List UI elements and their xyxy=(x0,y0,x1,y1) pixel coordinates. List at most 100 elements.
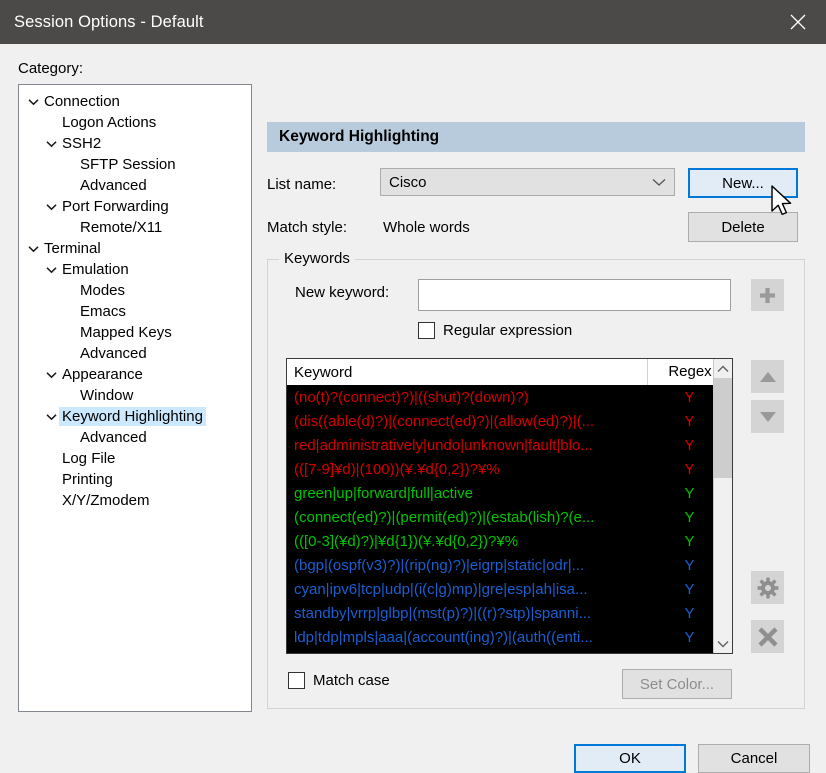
sidebar-item-label: Connection xyxy=(44,93,120,110)
chevron-down-icon[interactable] xyxy=(25,245,41,253)
sidebar-item-label: Window xyxy=(80,387,134,404)
keyword-list-row[interactable]: (connect(ed)?)|(permit(ed)?)|(estab(lish… xyxy=(287,505,732,529)
keyword-cell: standby|vrrp|glbp|(mst(p)?)|((r)?stp)|sp… xyxy=(294,604,592,622)
gear-icon[interactable] xyxy=(751,571,784,604)
window-titlebar: Session Options - Default xyxy=(0,0,826,44)
sidebar-item-advanced[interactable]: Advanced xyxy=(19,175,251,196)
chevron-up-icon[interactable] xyxy=(714,359,732,378)
regular-expression-checkbox[interactable]: Regular expression xyxy=(418,322,572,339)
sidebar-item-label: Modes xyxy=(80,282,126,299)
keyword-cell: (no(t)?(connect)?)|((shut)?(down)?) xyxy=(294,388,529,406)
ok-button[interactable]: OK xyxy=(574,744,686,773)
checkbox-box xyxy=(288,672,305,689)
sidebar-item-log-file[interactable]: Log File xyxy=(19,448,251,469)
sidebar-item-label: Appearance xyxy=(62,366,143,383)
cancel-button[interactable]: Cancel xyxy=(698,744,810,773)
scrollbar-thumb[interactable] xyxy=(714,378,732,478)
sidebar-item-connection[interactable]: Connection xyxy=(19,91,251,112)
keyword-list-row[interactable]: ldp|tdp|mpls|aaa|(account(ing)?)|(auth((… xyxy=(287,625,732,649)
sidebar-item-label: Port Forwarding xyxy=(62,198,169,215)
keyword-list-row[interactable]: green|up|forward|full|active Y xyxy=(287,481,732,505)
keyword-cell: (dis((able(d)?)|(connect(ed)?)|(allow(ed… xyxy=(294,412,595,430)
chevron-down-icon[interactable] xyxy=(43,203,59,211)
keyword-list-row[interactable]: (([0-3](¥d)?)|¥d{1})(¥.¥d{0,2})?¥% Y xyxy=(287,529,732,553)
keyword-list-row[interactable]: (bgp|(ospf(v3)?)|(rip(ng)?)|eigrp|static… xyxy=(287,553,732,577)
keyword-list-scrollbar[interactable] xyxy=(713,359,732,653)
keyword-list-row[interactable]: (([7-9]¥d)|(100))(¥.¥d{0,2})?¥% Y xyxy=(287,457,732,481)
match-style-value: Whole words xyxy=(383,219,470,236)
match-style-label: Match style: xyxy=(267,219,348,236)
chevron-down-icon[interactable] xyxy=(25,98,41,106)
category-tree[interactable]: Connection Logon Actions SSH2 SFTP Session A… xyxy=(18,84,252,712)
match-case-checkbox[interactable]: Match case xyxy=(288,672,390,689)
sidebar-item-label: Advanced xyxy=(80,345,147,362)
sidebar-item-advanced[interactable]: Advanced xyxy=(19,343,251,364)
keyword-list-row[interactable]: (dis((able(d)?)|(connect(ed)?)|(allow(ed… xyxy=(287,409,732,433)
new-list-button[interactable]: New... xyxy=(688,168,798,198)
sidebar-item-modes[interactable]: Modes xyxy=(19,280,251,301)
keyword-list-row[interactable]: cyan|ipv6|tcp|udp|(i(c|g)mp)|gre|esp|ah|… xyxy=(287,577,732,601)
keyword-list-row[interactable]: red|administratively|undo|unknown|fault|… xyxy=(287,433,732,457)
sidebar-item-label: Printing xyxy=(62,471,113,488)
list-name-value: Cisco xyxy=(389,173,427,191)
sidebar-item-keyword-highlighting[interactable]: Keyword Highlighting xyxy=(19,406,251,427)
list-name-select[interactable]: Cisco xyxy=(380,168,675,196)
sidebar-item-appearance[interactable]: Appearance xyxy=(19,364,251,385)
sidebar-item-label: Terminal xyxy=(44,240,101,257)
sidebar-item-sftp-session[interactable]: SFTP Session xyxy=(19,154,251,175)
sidebar-item-label: Remote/X11 xyxy=(80,219,163,236)
keywords-groupbox-title: Keywords xyxy=(279,250,355,267)
chevron-down-icon[interactable] xyxy=(43,266,59,274)
sidebar-item-window[interactable]: Window xyxy=(19,385,251,406)
sidebar-item-label: Emacs xyxy=(80,303,126,320)
sidebar-item-label: Advanced xyxy=(80,429,147,446)
close-icon[interactable] xyxy=(770,0,826,44)
keyword-cell: cyan|ipv6|tcp|udp|(i(c|g)mp)|gre|esp|ah|… xyxy=(294,580,588,598)
sidebar-item-emulation[interactable]: Emulation xyxy=(19,259,251,280)
sidebar-item-emacs[interactable]: Emacs xyxy=(19,301,251,322)
page-title: Keyword Highlighting xyxy=(267,122,805,152)
sidebar-item-ssh2[interactable]: SSH2 xyxy=(19,133,251,154)
keyword-cell: red|administratively|undo|unknown|fault|… xyxy=(294,436,593,454)
arrow-up-icon[interactable] xyxy=(751,360,784,393)
keyword-list-header: Keyword Regex xyxy=(287,359,732,385)
plus-icon[interactable] xyxy=(751,279,784,311)
keyword-cell: (bgp|(ospf(v3)?)|(rip(ng)?)|eigrp|static… xyxy=(294,556,585,574)
sidebar-item-label: Emulation xyxy=(62,261,129,278)
new-keyword-input[interactable] xyxy=(418,279,731,311)
keyword-list[interactable]: Keyword Regex (no(t)?(connect)?)|((shut)… xyxy=(286,358,733,654)
match-case-label: Match case xyxy=(313,672,390,689)
sidebar-item-advanced[interactable]: Advanced xyxy=(19,427,251,448)
keyword-list-row[interactable]: (((passive¥-)|(silent¥-))?interface)|(in… xyxy=(287,649,732,654)
x-icon[interactable] xyxy=(751,620,784,653)
chevron-down-icon xyxy=(652,178,666,187)
sidebar-item-port-forwarding[interactable]: Port Forwarding xyxy=(19,196,251,217)
sidebar-item-printing[interactable]: Printing xyxy=(19,469,251,490)
set-color-button[interactable]: Set Color... xyxy=(622,669,732,699)
sidebar-item-label: Keyword Highlighting xyxy=(59,407,206,426)
sidebar-item-mapped-keys[interactable]: Mapped Keys xyxy=(19,322,251,343)
sidebar-item-label: Logon Actions xyxy=(62,114,157,131)
keyword-cell: (((passive¥-)|(silent¥-))?interface)|(in… xyxy=(287,653,647,654)
delete-list-button[interactable]: Delete xyxy=(688,212,798,242)
sidebar-item-logon-actions[interactable]: Logon Actions xyxy=(19,112,251,133)
sidebar-item-remote-x11[interactable]: Remote/X11 xyxy=(19,217,251,238)
keyword-list-row[interactable]: standby|vrrp|glbp|(mst(p)?)|((r)?stp)|sp… xyxy=(287,601,732,625)
sidebar-item-label: X/Y/Zmodem xyxy=(62,492,150,509)
keyword-list-row[interactable]: (no(t)?(connect)?)|((shut)?(down)?) Y xyxy=(287,385,732,409)
category-label: Category: xyxy=(18,60,84,77)
list-name-label: List name: xyxy=(267,176,337,193)
chevron-down-icon[interactable] xyxy=(714,634,732,653)
keyword-list-body[interactable]: (no(t)?(connect)?)|((shut)?(down)?) Y (dis… xyxy=(287,385,732,653)
chevron-down-icon[interactable] xyxy=(43,371,59,379)
sidebar-item-label: Log File xyxy=(62,450,116,467)
new-keyword-label: New keyword: xyxy=(295,284,390,301)
sidebar-item-x-y-zmodem[interactable]: X/Y/Zmodem xyxy=(19,490,251,511)
sidebar-item-terminal[interactable]: Terminal xyxy=(19,238,251,259)
keyword-cell: green|up|forward|full|active xyxy=(294,484,474,502)
arrow-down-icon[interactable] xyxy=(751,400,784,433)
dialog-body: Category: Connection Logon Actions SSH2 SFT… xyxy=(0,44,826,773)
chevron-down-icon[interactable] xyxy=(43,413,59,421)
chevron-down-icon[interactable] xyxy=(43,140,59,148)
sidebar-item-label: SSH2 xyxy=(62,135,102,152)
